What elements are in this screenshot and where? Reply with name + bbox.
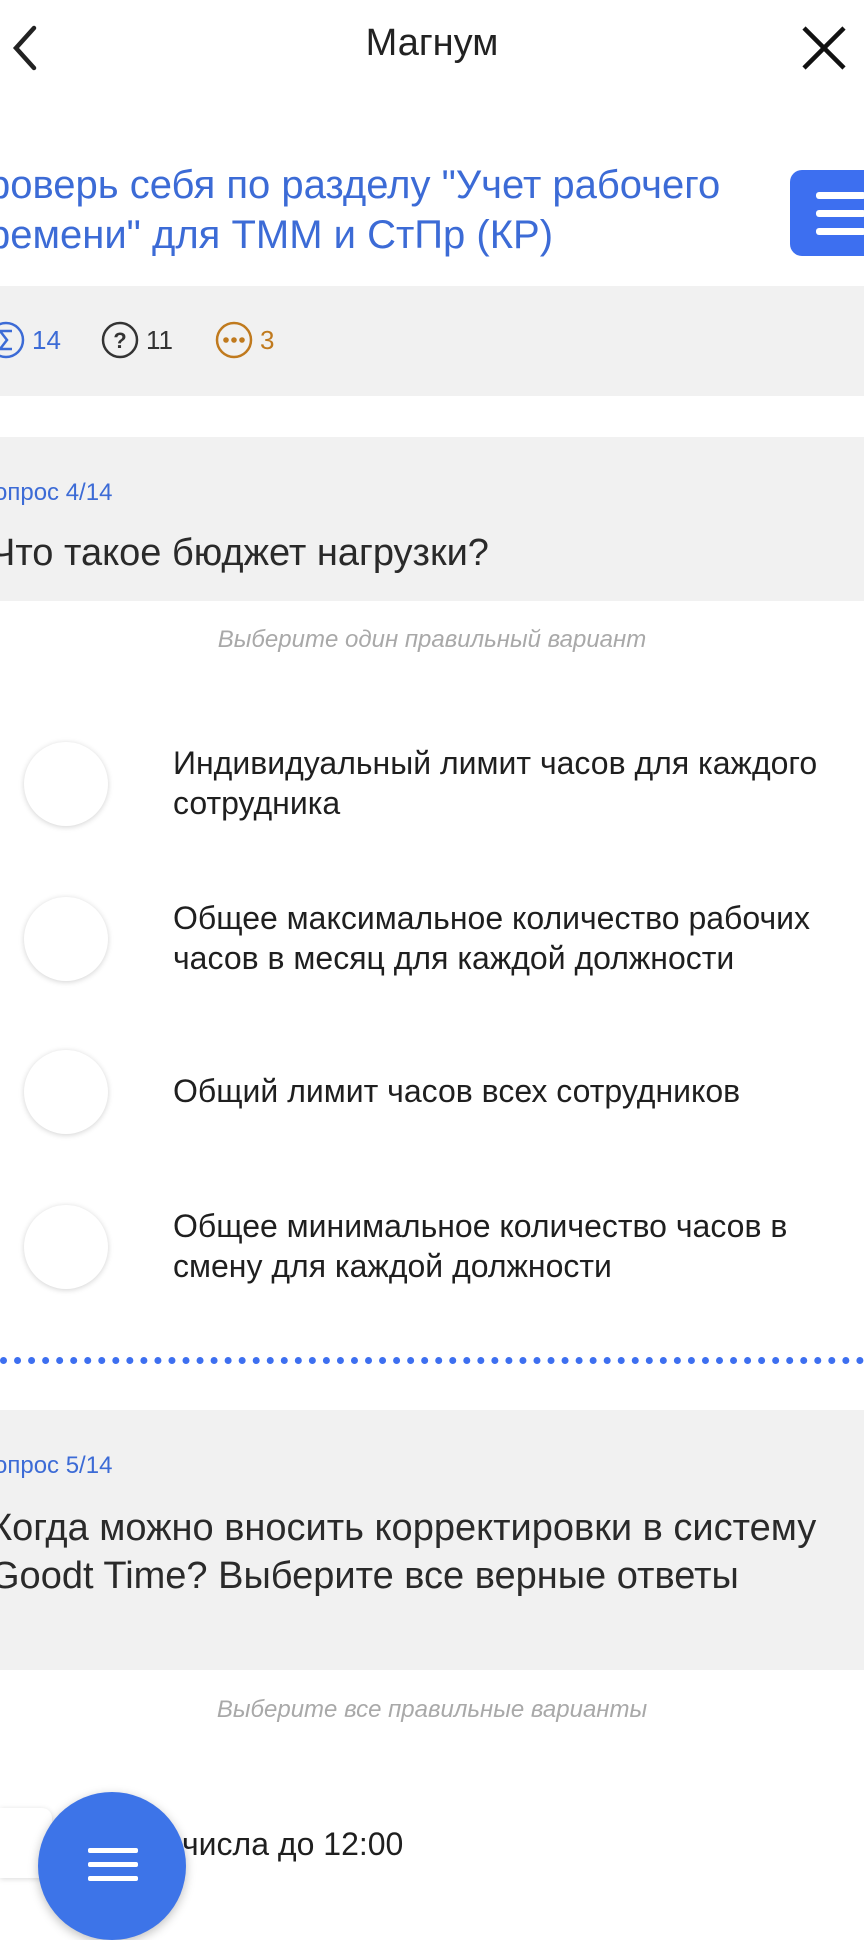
answer-label: числа до 12:00 bbox=[182, 1826, 404, 1862]
menu-fab[interactable] bbox=[38, 1792, 186, 1940]
stat-unanswered: ? 11 bbox=[100, 320, 173, 360]
question-text: Когда можно вносить корректировки в сист… bbox=[0, 1507, 817, 1597]
stats-bar: 14 ? 11 3 bbox=[0, 286, 864, 396]
question-number: опрос 4/14 bbox=[0, 479, 113, 506]
top-bar: Магнум bbox=[0, 0, 864, 96]
question-icon: ? bbox=[101, 321, 139, 359]
answer-label: Общий лимит часов всех сотрудников bbox=[173, 1073, 741, 1109]
answer-label: Общее минимальное количество часов в сме… bbox=[173, 1208, 788, 1284]
question-number: опрос 5/14 bbox=[0, 1452, 113, 1479]
question-hint: Выберите все правильные варианты bbox=[216, 1696, 648, 1723]
stat-unanswered-value: 11 bbox=[146, 324, 173, 355]
ellipsis-icon bbox=[215, 321, 253, 359]
stat-total-value: 14 bbox=[32, 324, 61, 355]
question-divider bbox=[0, 1357, 864, 1364]
close-icon[interactable] bbox=[800, 24, 848, 72]
answer-option[interactable]: Общий лимит часов всех сотрудников bbox=[0, 1033, 864, 1153]
answer-option[interactable]: Индивидуальный лимит часов для каждого с… bbox=[0, 725, 864, 845]
answer-option[interactable]: Общее минимальное количество часов в сме… bbox=[0, 1188, 864, 1308]
radio-button[interactable] bbox=[24, 742, 108, 826]
sigma-icon bbox=[0, 321, 25, 359]
answer-option[interactable]: Общее максимальное количество рабочих ча… bbox=[0, 880, 864, 1000]
stat-in-progress: 3 bbox=[214, 320, 274, 360]
question-header: опрос 5/14 Когда можно вносить корректир… bbox=[0, 1410, 864, 1670]
svg-text:?: ? bbox=[113, 328, 126, 353]
question-header: опрос 4/14 Что такое бюджет нагрузки? bbox=[0, 437, 864, 601]
radio-button[interactable] bbox=[24, 1050, 108, 1134]
question-hint: Выберите один правильный вариант bbox=[217, 626, 647, 653]
stat-total: 14 bbox=[0, 320, 61, 360]
app-title: Магнум bbox=[365, 22, 499, 64]
radio-button[interactable] bbox=[24, 897, 108, 981]
hamburger-icon[interactable] bbox=[790, 170, 864, 256]
test-title-line1: роверь себя по разделу "Учет рабочего bbox=[0, 163, 721, 207]
radio-button[interactable] bbox=[24, 1205, 108, 1289]
answer-label: Общее максимальное количество рабочих ча… bbox=[173, 900, 811, 976]
stat-in-progress-value: 3 bbox=[260, 324, 275, 355]
test-title-line2: ремени" для ТММ и СтПр (КР) bbox=[0, 213, 554, 257]
question-text: Что такое бюджет нагрузки? bbox=[0, 532, 489, 574]
test-title: роверь себя по разделу "Учет рабочего ре… bbox=[0, 160, 788, 260]
answer-label: Индивидуальный лимит часов для каждого с… bbox=[173, 745, 818, 821]
